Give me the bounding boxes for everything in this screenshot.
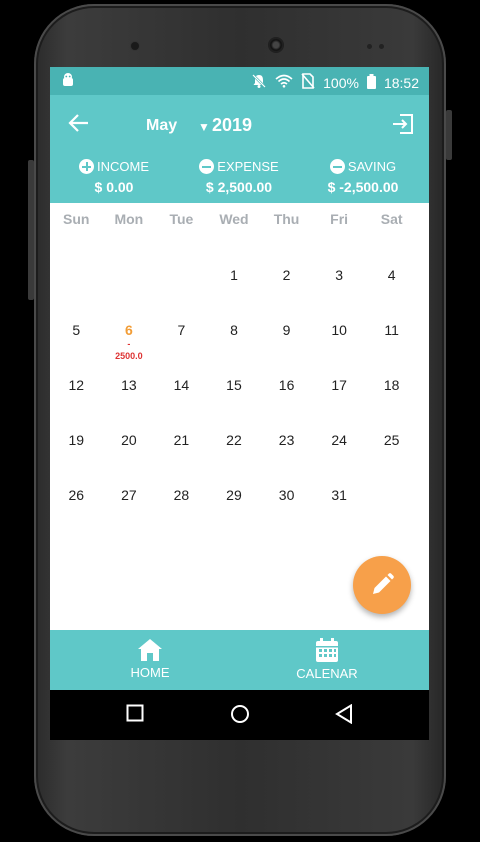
income-value: $ 0.00: [94, 179, 134, 195]
calendar-day[interactable]: 30: [260, 487, 313, 542]
battery-percent: 100%: [323, 74, 359, 91]
calendar-day[interactable]: 10: [313, 322, 366, 377]
system-navigation-bar: [50, 690, 429, 740]
calendar-day[interactable]: 12: [50, 377, 103, 432]
minus-circle-icon: [329, 159, 345, 174]
weekday-label: Wed: [219, 211, 249, 227]
weekday-label: Sat: [380, 211, 403, 227]
nav-calendar-label: CALENAR: [296, 666, 358, 681]
calendar-day[interactable]: 1: [208, 267, 261, 322]
year-label[interactable]: 2019: [212, 115, 252, 136]
calendar-day[interactable]: 14: [155, 377, 208, 432]
android-debug-icon: [62, 73, 74, 90]
no-sim-icon: [301, 73, 315, 92]
nav-circle-icon[interactable]: [230, 704, 250, 729]
calendar-day[interactable]: 21: [155, 432, 208, 487]
expense-label: EXPENSE: [217, 159, 279, 174]
calendar-day[interactable]: 15: [208, 377, 261, 432]
nav-triangle-icon[interactable]: [335, 703, 353, 729]
front-camera: [268, 37, 284, 53]
wifi-icon: [275, 74, 293, 91]
calendar-day[interactable]: 5: [50, 322, 103, 377]
calendar-day[interactable]: 11: [365, 322, 418, 377]
edit-fab-button[interactable]: [353, 556, 411, 614]
front-sensor: [131, 42, 139, 50]
weekday-label: Tue: [169, 211, 194, 227]
calendar-day[interactable]: 26: [50, 487, 103, 542]
weekday-label: Thu: [273, 211, 300, 227]
minus-circle-icon: [199, 159, 215, 174]
calendar-day[interactable]: 17: [313, 377, 366, 432]
calendar-day[interactable]: 7: [155, 322, 208, 377]
expense-summary: EXPENSE $ 2,500.00: [176, 159, 302, 195]
power-button: [446, 110, 452, 160]
income-label: INCOME: [97, 159, 149, 174]
calendar-day[interactable]: 8: [208, 322, 261, 377]
saving-label: SAVING: [347, 159, 397, 174]
day-expense-note-dash: -: [127, 339, 131, 349]
calendar-day[interactable]: 9: [260, 322, 313, 377]
month-selector[interactable]: May: [146, 117, 177, 135]
calendar-day[interactable]: 20: [103, 432, 156, 487]
back-arrow-icon[interactable]: [68, 113, 90, 138]
app-header: May ▼ 2019 INCOME $ 0.00 EXPENSE $ 2,500…: [50, 95, 429, 203]
calendar-day[interactable]: 28: [155, 487, 208, 542]
weekday-header: Sun Mon Tue Wed Thu Fri Sat: [50, 207, 429, 231]
sensor-dot: [379, 44, 384, 49]
bell-off-icon: [251, 73, 267, 92]
saving-value: $ -2,500.00: [327, 179, 399, 195]
income-summary: INCOME $ 0.00: [51, 159, 177, 195]
weekday-label: Fri: [330, 211, 349, 227]
calendar-day-today[interactable]: 6 - 2500.0: [103, 322, 156, 377]
plus-circle-icon: [79, 159, 94, 174]
dropdown-caret-icon[interactable]: ▼: [198, 120, 210, 134]
clock: 18:52: [383, 74, 419, 91]
bottom-navigation: HOME CALENAR: [50, 630, 429, 690]
sensor-dot: [367, 44, 372, 49]
weekday-label: Sun: [63, 211, 90, 227]
weekday-label: Mon: [114, 211, 144, 227]
calendar-day[interactable]: 29: [208, 487, 261, 542]
calendar-day[interactable]: 3: [313, 267, 366, 322]
calendar-day[interactable]: 19: [50, 432, 103, 487]
calendar-day[interactable]: 22: [208, 432, 261, 487]
status-bar: 100% 18:52: [50, 67, 429, 95]
calendar-day[interactable]: 23: [260, 432, 313, 487]
calendar-day[interactable]: 27: [103, 487, 156, 542]
calendar-icon: [290, 638, 364, 666]
saving-summary: SAVING $ -2,500.00: [300, 159, 426, 195]
nav-calendar[interactable]: CALENAR: [290, 638, 364, 681]
screen: 100% 18:52 May ▼ 2019 INCOME $ 0.00 EXPE…: [50, 67, 429, 740]
calendar-day[interactable]: 24: [313, 432, 366, 487]
calendar-day[interactable]: 13: [103, 377, 156, 432]
nav-square-icon[interactable]: [126, 704, 144, 727]
home-icon: [120, 638, 180, 665]
expense-value: $ 2,500.00: [205, 179, 273, 195]
calendar-day[interactable]: 18: [365, 377, 418, 432]
calendar-day[interactable]: 25: [365, 432, 418, 487]
calendar-day[interactable]: 16: [260, 377, 313, 432]
nav-home-label: HOME: [130, 665, 170, 680]
calendar-day[interactable]: 2: [260, 267, 313, 322]
day-expense-note: 2500.0: [115, 351, 143, 361]
volume-button: [28, 160, 34, 300]
nav-home[interactable]: HOME: [120, 638, 180, 680]
calendar-day[interactable]: 4: [365, 267, 418, 322]
exit-icon[interactable]: [391, 113, 415, 140]
calendar-day[interactable]: 31: [313, 487, 366, 542]
battery-icon: [366, 73, 376, 92]
